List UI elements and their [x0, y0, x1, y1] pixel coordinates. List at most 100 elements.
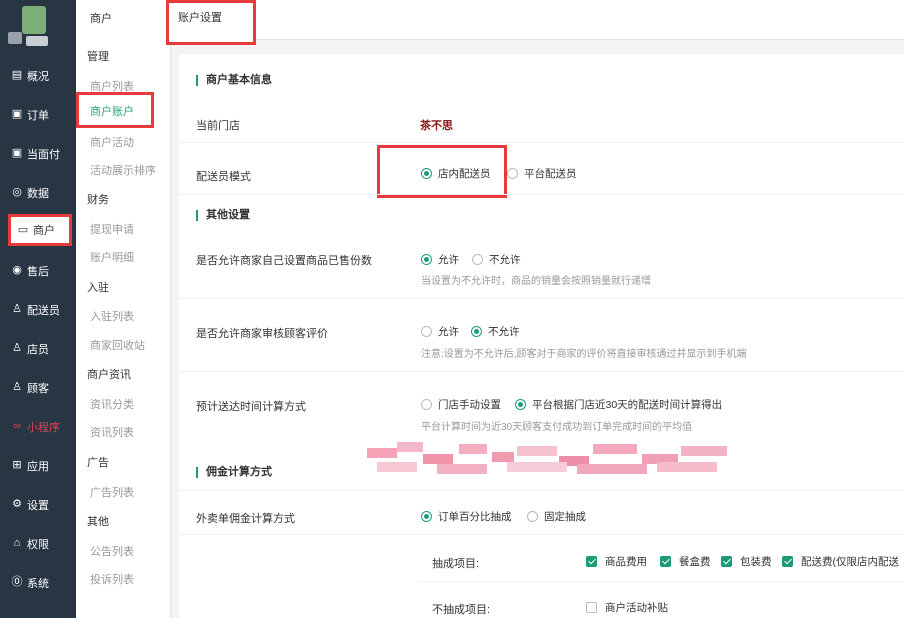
eta-platform-option[interactable]: 平台根据门店近30天的配送时间计算得出 — [515, 397, 722, 412]
include-box-fee-checkbox[interactable]: 餐盒费 — [660, 554, 711, 569]
sidebar-item-data[interactable]: ◎ 数据 — [0, 173, 76, 212]
sidebar-item-permission[interactable]: ⌂ 权限 — [0, 524, 76, 563]
system-icon: ⓪ — [11, 576, 23, 588]
subnav-merchant-account[interactable]: 商户账户 — [76, 92, 154, 128]
divider — [179, 194, 904, 195]
section-other-title: 其他设置 — [196, 210, 250, 221]
order-icon: ▣ — [11, 108, 23, 120]
radio-checked-icon — [421, 168, 432, 179]
subnav-join-list[interactable]: 入驻列表 — [90, 308, 134, 324]
eta-hint: 平台计算时间为近30天顾客支付成功到订单完成时间的平均值 — [421, 422, 693, 433]
subnav-notice-list[interactable]: 公告列表 — [90, 543, 134, 559]
sold-count-label: 是否允许商家自己设置商品已售份数 — [196, 255, 372, 267]
sidebar-item-settings[interactable]: ⚙ 设置 — [0, 485, 76, 524]
apps-icon: ⊞ — [12, 459, 22, 471]
exclude-items-label: 不抽成项目: — [432, 604, 491, 616]
after-sale-icon: ◉ — [12, 264, 22, 276]
checkbox-checked-icon — [721, 556, 732, 567]
review-label: 是否允许商家审核顾客评价 — [196, 328, 328, 340]
group-finance: 财务 — [87, 194, 109, 206]
main-sidebar: ▤ 概况 ▣ 订单 ▣ 当面付 ◎ 数据 ▭ 商户 ◉ 售后 ♙ 配送员 ♙ 店员 ♙ 顾客 ∞ 小… — [0, 0, 76, 618]
miniprogram-icon: ∞ — [13, 420, 21, 432]
include-items-label: 抽成项目: — [432, 558, 480, 570]
subnav-ad-list[interactable]: 广告列表 — [90, 484, 134, 500]
store-label: 当前门店 — [196, 120, 240, 132]
section-basic-title: 商户基本信息 — [196, 75, 272, 86]
face-pay-icon: ▣ — [11, 147, 23, 159]
radio-unchecked-icon — [421, 326, 432, 337]
sold-deny-option[interactable]: 不允许 — [472, 252, 521, 267]
subnav-complaint-list[interactable]: 投诉列表 — [90, 571, 134, 587]
divider — [179, 298, 904, 299]
subnav-withdraw[interactable]: 提现申请 — [90, 221, 134, 237]
divider — [179, 490, 904, 491]
include-goods-checkbox[interactable]: 商品费用 — [586, 554, 647, 569]
radio-checked-icon — [471, 326, 482, 337]
radio-checked-icon — [515, 399, 526, 410]
sidebar-item-face-pay[interactable]: ▣ 当面付 — [0, 134, 76, 173]
overview-icon: ▤ — [11, 69, 23, 81]
subnav-activity-sort[interactable]: 活动展示排序 — [90, 162, 156, 178]
section-commission-title: 佣金计算方式 — [196, 467, 272, 478]
divider — [179, 142, 904, 143]
customer-icon: ♙ — [12, 381, 22, 393]
tab-account-settings[interactable]: 账户设置 — [166, 0, 256, 45]
subnav-news-category[interactable]: 资讯分类 — [90, 396, 134, 412]
sidebar-item-merchant[interactable]: ▭ 商户 — [8, 214, 72, 246]
sold-allow-option[interactable]: 允许 — [421, 252, 459, 267]
tab-bar: 账户设置 — [166, 0, 904, 45]
group-ad: 广告 — [87, 457, 109, 469]
divider — [179, 371, 904, 372]
radio-unchecked-icon — [472, 254, 483, 265]
checkbox-checked-icon — [660, 556, 671, 567]
sidebar-item-overview[interactable]: ▤ 概况 — [0, 56, 76, 95]
merchant-icon: ▭ — [17, 223, 29, 236]
sidebar-item-clerk[interactable]: ♙ 店员 — [0, 329, 76, 368]
settings-icon: ⚙ — [12, 498, 22, 510]
sidebar-item-system[interactable]: ⓪ 系统 — [0, 563, 76, 602]
include-delivery-fee-checkbox[interactable]: 配送费(仅限店内配送 — [782, 554, 899, 569]
courier-option-store[interactable]: 店内配送员 — [421, 166, 491, 181]
group-join: 入驻 — [87, 282, 109, 294]
radio-unchecked-icon — [507, 168, 518, 179]
checkbox-checked-icon — [586, 556, 597, 567]
review-allow-option[interactable]: 允许 — [421, 324, 459, 339]
store-name: 茶不思 — [420, 120, 453, 132]
sold-hint: 当设置为不允许时，商品的销量会按照销量就行递增 — [421, 276, 651, 287]
subnav-merchant-activity[interactable]: 商户活动 — [90, 134, 134, 150]
sidebar-item-apps[interactable]: ⊞ 应用 — [0, 446, 76, 485]
divider — [419, 581, 904, 582]
radio-checked-icon — [421, 511, 432, 522]
review-deny-option[interactable]: 不允许 — [471, 324, 520, 339]
courier-option-platform[interactable]: 平台配送员 — [507, 166, 577, 181]
group-manage: 管理 — [87, 51, 109, 63]
data-icon: ◎ — [12, 186, 22, 198]
exclude-activity-subsidy-checkbox[interactable]: 商户活动补贴 — [586, 600, 668, 615]
include-pack-fee-checkbox[interactable]: 包装费 — [721, 554, 772, 569]
takeout-commission-label: 外卖单佣金计算方式 — [196, 513, 295, 525]
radio-unchecked-icon — [527, 511, 538, 522]
sidebar-item-miniprogram[interactable]: ∞ 小程序 — [0, 407, 76, 446]
eta-label: 预计送达时间计算方式 — [196, 401, 306, 413]
radio-checked-icon — [421, 254, 432, 265]
avatar[interactable] — [8, 6, 48, 50]
checkbox-unchecked-icon — [586, 602, 597, 613]
sub-sidebar: 商户 管理 商户列表 商户账户 商户活动 活动展示排序 财务 提现申请 账户明细… — [76, 0, 171, 618]
subnav-news-list[interactable]: 资讯列表 — [90, 424, 134, 440]
settings-panel: 商户基本信息 当前门店 茶不思 配送员模式 店内配送员 平台配送员 其他设置 是… — [179, 54, 904, 618]
courier-mode-label: 配送员模式 — [196, 171, 251, 183]
sidebar-item-after-sale[interactable]: ◉ 售后 — [0, 251, 76, 290]
group-other: 其他 — [87, 516, 109, 528]
subnav-account-detail[interactable]: 账户明细 — [90, 249, 134, 265]
commission-fixed-option[interactable]: 固定抽成 — [527, 509, 586, 524]
eta-manual-option[interactable]: 门店手动设置 — [421, 397, 501, 412]
divider — [179, 534, 904, 535]
subnav-recycle[interactable]: 商家回收站 — [90, 337, 145, 353]
review-hint: 注意:设置为不允许后,顾客对于商家的评价将直接审核通过并显示到手机端 — [421, 349, 747, 360]
clerk-icon: ♙ — [12, 342, 22, 354]
sidebar-item-order[interactable]: ▣ 订单 — [0, 95, 76, 134]
sidebar-item-courier[interactable]: ♙ 配送员 — [0, 290, 76, 329]
commission-percent-option[interactable]: 订单百分比抽成 — [421, 509, 512, 524]
group-news: 商户资讯 — [87, 369, 131, 381]
sidebar-item-customer[interactable]: ♙ 顾客 — [0, 368, 76, 407]
